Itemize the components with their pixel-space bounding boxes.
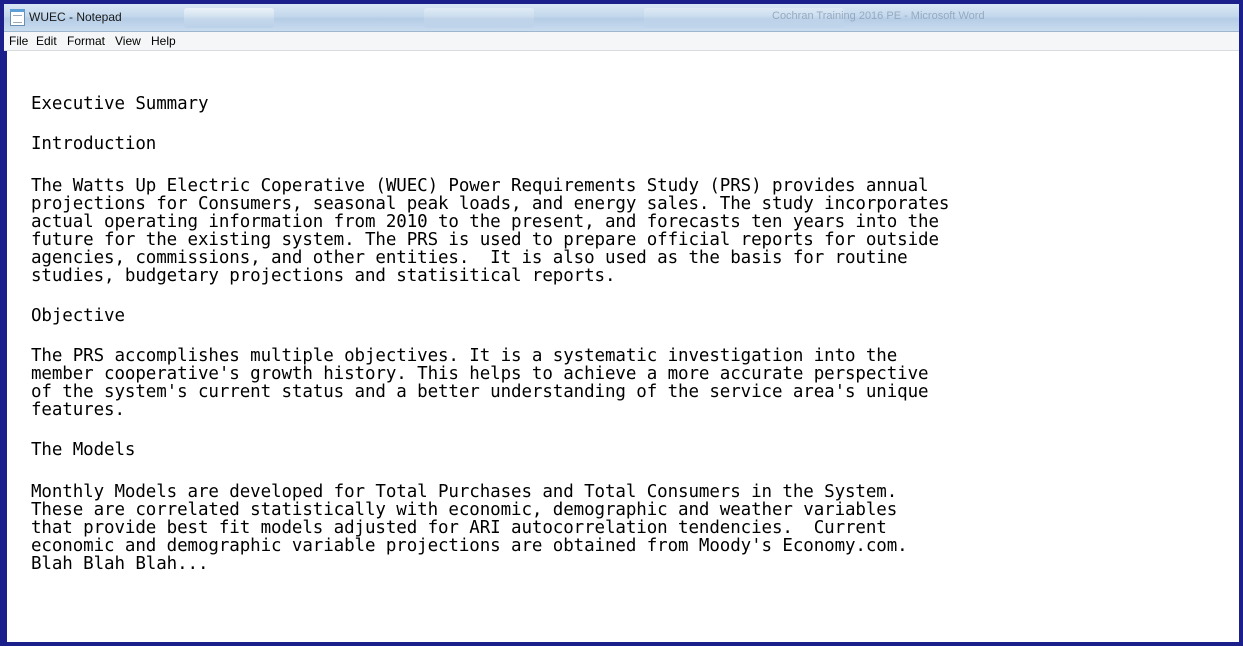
menu-format[interactable]: Format <box>66 34 106 48</box>
text-line: of the system's current status and a bet… <box>31 382 929 402</box>
menu-edit[interactable]: Edit <box>35 34 58 48</box>
text-line: Executive Summary <box>31 94 209 114</box>
text-line: The Models <box>31 440 136 460</box>
notepad-icon <box>10 9 25 26</box>
menu-file[interactable]: File <box>8 34 29 48</box>
text-line: that provide best fit models adjusted fo… <box>31 518 887 538</box>
text-line: features. <box>31 400 125 420</box>
text-line: These are correlated statistically with … <box>31 500 898 520</box>
window-title: WUEC - Notepad <box>29 10 122 24</box>
text-line: economic and demographic variable projec… <box>31 536 908 556</box>
background-glow <box>424 8 534 28</box>
background-glow <box>184 8 274 28</box>
text-line: Objective <box>31 306 125 326</box>
menu-view[interactable]: View <box>114 34 142 48</box>
text-line: Monthly Models are developed for Total P… <box>31 482 898 502</box>
text-line: The Watts Up Electric Coperative (WUEC) … <box>31 176 929 196</box>
text-line: Introduction <box>31 134 157 154</box>
text-line: projections for Consumers, seasonal peak… <box>31 194 950 214</box>
text-line: future for the existing system. The PRS … <box>31 230 939 250</box>
title-bar[interactable]: WUEC - Notepad Cochran Training 2016 PE … <box>4 4 1239 32</box>
notepad-window: WUEC - Notepad Cochran Training 2016 PE … <box>0 0 1243 646</box>
text-line: member cooperative's growth history. Thi… <box>31 364 929 384</box>
text-line: The PRS accomplishes multiple objectives… <box>31 346 898 366</box>
text-line: Blah Blah Blah... <box>31 554 209 574</box>
menu-help[interactable]: Help <box>150 34 177 48</box>
text-line: agencies, commissions, and other entitie… <box>31 248 908 268</box>
text-editor[interactable]: Executive Summary Introduction The Watts… <box>4 51 1239 642</box>
text-line: studies, budgetary projections and stati… <box>31 266 616 286</box>
background-window-title: Cochran Training 2016 PE - Microsoft Wor… <box>772 10 985 22</box>
text-line: actual operating information from 2010 t… <box>31 212 939 232</box>
menu-bar: File Edit Format View Help <box>4 32 1239 51</box>
